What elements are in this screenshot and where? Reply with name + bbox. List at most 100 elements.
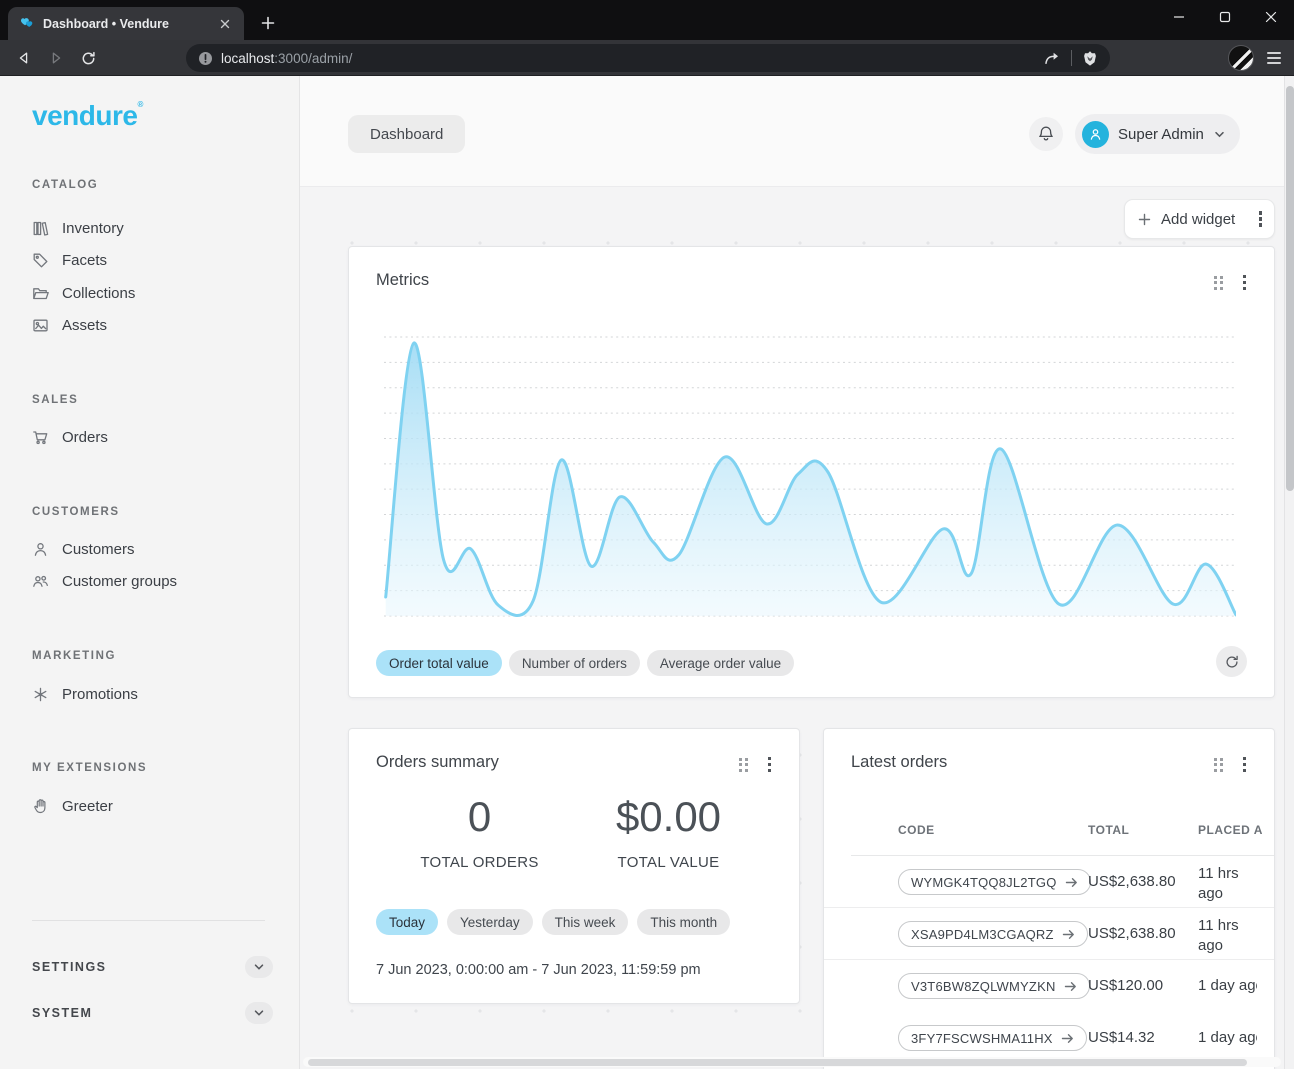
table-row: WYMGK4TQQ8JL2TGQ US$2,638.80 11 hrs ago: [824, 856, 1274, 908]
bundle-icon: [32, 686, 49, 703]
order-placed-at: 11 hrs ago: [1198, 916, 1250, 957]
site-info-icon[interactable]: [198, 51, 213, 66]
column-header-placed-at: PLACED AT: [1198, 823, 1262, 837]
url-host: localhost: [221, 51, 274, 66]
add-widget-button[interactable]: Add widget: [1124, 199, 1275, 239]
window-close-button[interactable]: [1248, 0, 1294, 34]
vertical-scrollbar-thumb[interactable]: [1286, 86, 1294, 491]
sidebar-item-orders[interactable]: Orders: [32, 426, 108, 448]
latest-orders-title: Latest orders: [851, 753, 947, 772]
window-maximize-button[interactable]: [1202, 0, 1248, 34]
filter-yesterday[interactable]: Yesterday: [447, 909, 533, 935]
sidebar-item-customers[interactable]: Customers: [32, 538, 135, 560]
summary-filters: Today Yesterday This week This month: [376, 909, 730, 935]
filter-today[interactable]: Today: [376, 909, 438, 935]
browser-tab[interactable]: Dashboard • Vendure: [8, 7, 244, 40]
browser-toolbar: localhost:3000/admin/: [0, 40, 1294, 76]
forward-button[interactable]: [42, 44, 70, 72]
filter-this-week[interactable]: This week: [542, 909, 629, 935]
app-window: vendure® CATALOG Inventory Facets Collec…: [0, 76, 1294, 1069]
arrow-right-icon: [1062, 929, 1075, 940]
metrics-title: Metrics: [376, 271, 429, 290]
chevron-down-icon[interactable]: [245, 956, 273, 978]
browser-titlebar: Dashboard • Vendure: [0, 0, 1294, 40]
tab-average-order-value[interactable]: Average order value: [647, 650, 794, 676]
tab-number-of-orders[interactable]: Number of orders: [509, 650, 640, 676]
share-icon[interactable]: [1043, 50, 1061, 66]
widget-menu-icon[interactable]: [1243, 757, 1246, 772]
order-code-link[interactable]: WYMGK4TQQ8JL2TGQ: [898, 869, 1091, 895]
chevron-down-icon: [1213, 128, 1226, 141]
user-avatar: [1082, 121, 1109, 148]
arrow-right-icon: [1065, 877, 1078, 888]
sidebar-section-catalog: CATALOG: [32, 179, 98, 191]
summary-date-range: 7 Jun 2023, 0:00:00 am - 7 Jun 2023, 11:…: [376, 962, 701, 978]
tab-close-icon[interactable]: [216, 15, 234, 33]
user-menu[interactable]: Super Admin: [1075, 114, 1240, 154]
sidebar-section-sales: SALES: [32, 394, 78, 406]
sidebar-item-assets[interactable]: Assets: [32, 314, 107, 336]
browser-profile-avatar[interactable]: [1228, 45, 1254, 71]
main-area: Dashboard Super Admin Add widget Metrics: [300, 76, 1294, 1069]
drag-handle-icon[interactable]: [739, 758, 748, 772]
sidebar-item-inventory[interactable]: Inventory: [32, 217, 124, 239]
hand-icon: [32, 798, 49, 815]
column-header-total: TOTAL: [1088, 823, 1129, 837]
drag-handle-icon[interactable]: [1214, 758, 1223, 772]
brave-shield-icon[interactable]: [1082, 50, 1098, 67]
order-code-link[interactable]: V3T6BW8ZQLWMYZKN: [898, 973, 1090, 999]
tag-icon: [32, 252, 49, 269]
sidebar-section-marketing: MARKETING: [32, 650, 116, 662]
sidebar-item-collections[interactable]: Collections: [32, 282, 135, 304]
orders-summary-widget: Orders summary 0 TOTAL ORDERS $0.00 TOTA…: [348, 728, 800, 1004]
logo-registered-mark: ®: [137, 100, 142, 109]
add-widget-menu-icon[interactable]: [1259, 211, 1262, 226]
total-value-value: $0.00: [574, 793, 763, 841]
folder-icon: [32, 285, 49, 302]
refresh-button[interactable]: [1216, 646, 1247, 677]
horizontal-scrollbar-thumb[interactable]: [308, 1059, 1247, 1066]
url-bar[interactable]: localhost:3000/admin/: [186, 44, 1110, 72]
sidebar-item-greeter[interactable]: Greeter: [32, 795, 113, 817]
chevron-down-icon[interactable]: [245, 1002, 273, 1024]
sidebar-section-settings[interactable]: SETTINGS: [32, 955, 273, 979]
order-total: US$120.00: [1088, 977, 1163, 994]
total-value-label: TOTAL VALUE: [574, 854, 763, 871]
order-code-link[interactable]: 3FY7FSCWSHMA11HX: [898, 1025, 1087, 1051]
widget-menu-icon[interactable]: [1243, 275, 1246, 290]
cart-icon: [32, 429, 49, 446]
arrow-right-icon: [1064, 981, 1077, 992]
books-icon: [32, 220, 49, 237]
total-orders-label: TOTAL ORDERS: [385, 854, 574, 871]
new-tab-button[interactable]: [254, 10, 282, 36]
tab-order-total-value[interactable]: Order total value: [376, 650, 502, 676]
sidebar-section-my-extensions: MY EXTENSIONS: [32, 762, 147, 774]
sidebar-section-system[interactable]: SYSTEM: [32, 1001, 273, 1025]
widget-menu-icon[interactable]: [768, 757, 771, 772]
tab-title: Dashboard • Vendure: [43, 17, 207, 31]
window-minimize-button[interactable]: [1156, 0, 1202, 34]
browser-menu-icon[interactable]: [1262, 46, 1286, 70]
order-total: US$14.32: [1088, 1029, 1155, 1046]
users-icon: [32, 573, 49, 590]
metric-tabs: Order total value Number of orders Avera…: [376, 650, 794, 676]
sidebar-item-promotions[interactable]: Promotions: [32, 683, 138, 705]
table-row: XSA9PD4LM3CGAQRZ US$2,638.80 11 hrs ago: [824, 908, 1274, 960]
back-button[interactable]: [10, 44, 38, 72]
order-placed-at: 11 hrs ago: [1198, 864, 1250, 905]
breadcrumb-dashboard[interactable]: Dashboard: [348, 115, 465, 153]
orders-summary-title: Orders summary: [376, 753, 499, 772]
vendure-logo: vendure®: [32, 100, 143, 132]
plus-icon: [1137, 212, 1152, 227]
reload-button[interactable]: [74, 44, 102, 72]
drag-handle-icon[interactable]: [1214, 276, 1223, 290]
order-placed-at: 1 day ago: [1198, 977, 1257, 994]
vertical-scrollbar[interactable]: [1284, 76, 1294, 1069]
filter-this-month[interactable]: This month: [637, 909, 730, 935]
order-code-link[interactable]: XSA9PD4LM3CGAQRZ: [898, 921, 1088, 947]
sidebar-item-facets[interactable]: Facets: [32, 249, 107, 271]
horizontal-scrollbar[interactable]: [303, 1057, 1281, 1067]
order-total: US$2,638.80: [1088, 925, 1176, 942]
sidebar-item-customer-groups[interactable]: Customer groups: [32, 570, 177, 592]
notifications-button[interactable]: [1029, 117, 1063, 151]
